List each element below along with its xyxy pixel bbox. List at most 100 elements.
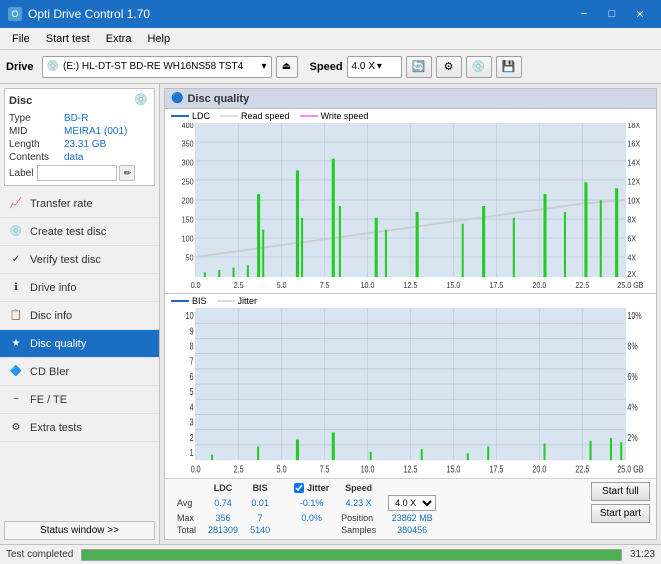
svg-text:0.0: 0.0 bbox=[191, 464, 201, 474]
svg-text:3: 3 bbox=[190, 416, 194, 427]
svg-text:0.0: 0.0 bbox=[191, 280, 201, 289]
start-full-button[interactable]: Start full bbox=[591, 482, 650, 501]
stats-col-speed: Speed bbox=[335, 482, 382, 494]
transfer-rate-icon: 📈 bbox=[8, 196, 24, 212]
sidebar-item-disc-info[interactable]: 📋 Disc info bbox=[0, 302, 159, 330]
disc-panel: Disc 💿 Type BD-R MID MEIRA1 (001) Length… bbox=[4, 88, 155, 186]
bis-chart-container: BIS Jitter bbox=[165, 294, 656, 478]
cd-bier-icon: 🔷 bbox=[8, 364, 24, 380]
menu-extra[interactable]: Extra bbox=[98, 31, 140, 47]
label-edit-button[interactable]: ✏ bbox=[119, 165, 135, 181]
total-ldc: 281309 bbox=[202, 524, 244, 536]
quality-panel-title: Disc quality bbox=[187, 93, 249, 105]
write-speed-legend-label: Write speed bbox=[321, 111, 369, 121]
progress-bar bbox=[81, 549, 622, 561]
position-label: Position bbox=[335, 512, 382, 524]
svg-text:150: 150 bbox=[182, 215, 194, 225]
bis-legend-color bbox=[171, 300, 189, 302]
minimize-button[interactable]: − bbox=[571, 4, 597, 24]
start-part-button[interactable]: Start part bbox=[591, 504, 650, 523]
drive-value: (E:) HL-DT-ST BD-RE WH16NS58 TST4 bbox=[63, 61, 243, 72]
create-test-disc-icon: 💿 bbox=[8, 224, 24, 240]
svg-text:2.5: 2.5 bbox=[234, 280, 244, 289]
disc-info-icon: 📋 bbox=[8, 308, 24, 324]
svg-text:7: 7 bbox=[190, 356, 194, 367]
jitter-legend-label: Jitter bbox=[238, 296, 258, 306]
verify-test-disc-icon: ✓ bbox=[8, 252, 24, 268]
disc-quality-icon: ★ bbox=[8, 336, 24, 352]
sidebar-item-verify-test-disc[interactable]: ✓ Verify test disc bbox=[0, 246, 159, 274]
nav-verify-test-disc-label: Verify test disc bbox=[30, 254, 101, 266]
settings-button[interactable]: ⚙ bbox=[436, 56, 462, 78]
avg-label: Avg bbox=[171, 494, 202, 512]
jitter-label: Jitter bbox=[307, 483, 329, 493]
nav-cd-bier-label: CD BIer bbox=[30, 366, 69, 378]
nav-extra-tests-label: Extra tests bbox=[30, 422, 82, 434]
title-bar: O Opti Drive Control 1.70 − □ ✕ bbox=[0, 0, 661, 28]
svg-text:14X: 14X bbox=[627, 158, 640, 168]
nav-disc-info-label: Disc info bbox=[30, 310, 72, 322]
svg-text:5.0: 5.0 bbox=[277, 464, 287, 474]
svg-text:1: 1 bbox=[190, 447, 194, 458]
length-value: 23.31 GB bbox=[64, 139, 106, 150]
toolbar: Drive 💿 (E:) HL-DT-ST BD-RE WH16NS58 TST… bbox=[0, 50, 661, 84]
maximize-button[interactable]: □ bbox=[599, 4, 625, 24]
svg-text:7.5: 7.5 bbox=[320, 280, 330, 289]
menu-start-test[interactable]: Start test bbox=[38, 31, 98, 47]
total-empty bbox=[276, 524, 288, 536]
ldc-legend-color bbox=[171, 115, 189, 117]
svg-text:20.0: 20.0 bbox=[532, 464, 546, 474]
sidebar-item-extra-tests[interactable]: ⚙ Extra tests bbox=[0, 414, 159, 442]
sidebar: Disc 💿 Type BD-R MID MEIRA1 (001) Length… bbox=[0, 84, 160, 544]
window-title: Opti Drive Control 1.70 bbox=[28, 7, 150, 21]
stats-col-jitter: Jitter bbox=[288, 482, 335, 494]
label-field-label: Label bbox=[9, 168, 33, 179]
contents-label: Contents bbox=[9, 152, 64, 163]
avg-jitter: -0.1% bbox=[288, 494, 335, 512]
length-label: Length bbox=[9, 139, 64, 150]
svg-text:18X: 18X bbox=[627, 123, 640, 130]
read-speed-legend-color bbox=[220, 115, 238, 117]
sidebar-item-drive-info[interactable]: ℹ Drive info bbox=[0, 274, 159, 302]
nav-disc-quality-label: Disc quality bbox=[30, 338, 86, 350]
status-time: 31:23 bbox=[630, 549, 655, 560]
svg-text:16X: 16X bbox=[627, 139, 640, 149]
jitter-checkbox[interactable] bbox=[294, 483, 304, 493]
speed-value: 4.0 X bbox=[352, 61, 375, 72]
fe-te-icon: ~ bbox=[8, 392, 24, 408]
stats-col-bis: BIS bbox=[244, 482, 276, 494]
speed-select[interactable]: 4.0 X ▾ bbox=[347, 56, 402, 78]
close-button[interactable]: ✕ bbox=[627, 4, 653, 24]
stats-table: LDC BIS Jitter Speed bbox=[171, 482, 442, 536]
speed-select-stats[interactable]: 4.0 X bbox=[388, 495, 436, 511]
svg-text:2%: 2% bbox=[627, 432, 638, 443]
sidebar-item-transfer-rate[interactable]: 📈 Transfer rate bbox=[0, 190, 159, 218]
svg-text:200: 200 bbox=[182, 196, 194, 206]
avg-speed-select: 4.0 X bbox=[382, 494, 442, 512]
drive-select[interactable]: 💿 (E:) HL-DT-ST BD-RE WH16NS58 TST4 ▾ bbox=[42, 56, 272, 78]
app-icon: O bbox=[8, 7, 22, 21]
quality-header: 🔵 Disc quality bbox=[165, 89, 656, 109]
max-label: Max bbox=[171, 512, 202, 524]
write-speed-legend-color bbox=[300, 115, 318, 117]
menu-file[interactable]: File bbox=[4, 31, 38, 47]
sidebar-item-create-test-disc[interactable]: 💿 Create test disc bbox=[0, 218, 159, 246]
svg-text:15.0: 15.0 bbox=[446, 280, 460, 289]
label-input[interactable] bbox=[37, 165, 117, 181]
save-button[interactable]: 💾 bbox=[496, 56, 522, 78]
menu-help[interactable]: Help bbox=[139, 31, 178, 47]
eject-button[interactable]: ⏏ bbox=[276, 56, 298, 78]
avg-empty bbox=[276, 494, 288, 512]
sidebar-item-fe-te[interactable]: ~ FE / TE bbox=[0, 386, 159, 414]
sidebar-item-disc-quality[interactable]: ★ Disc quality bbox=[0, 330, 159, 358]
sidebar-item-cd-bier[interactable]: 🔷 CD BIer bbox=[0, 358, 159, 386]
refresh-button[interactable]: 🔄 bbox=[406, 56, 432, 78]
disc-action-button[interactable]: 💿 bbox=[466, 56, 492, 78]
svg-text:12.5: 12.5 bbox=[404, 464, 418, 474]
disc-panel-title: Disc bbox=[9, 95, 32, 107]
stats-panel: LDC BIS Jitter Speed bbox=[165, 478, 656, 539]
stats-col-jitter-header bbox=[276, 482, 288, 494]
nav-fe-te-label: FE / TE bbox=[30, 394, 67, 406]
drive-info-icon: ℹ bbox=[8, 280, 24, 296]
svg-text:10: 10 bbox=[186, 310, 194, 321]
